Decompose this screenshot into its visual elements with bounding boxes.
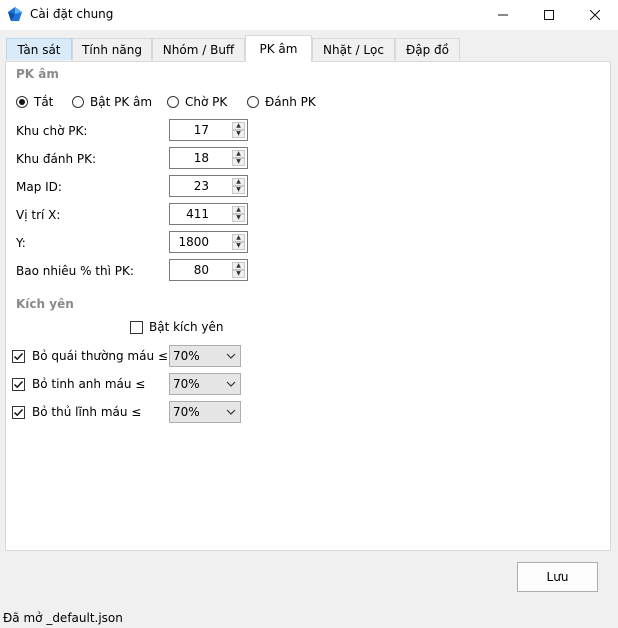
y-stepper[interactable]: 1800 ▲ ▼ — [169, 231, 248, 253]
rule-quai-thuong-checkbox[interactable] — [12, 350, 25, 363]
tab-nhom-buff[interactable]: Nhóm / Buff — [152, 38, 245, 60]
radio-danh-pk[interactable]: Đánh PK — [247, 94, 316, 110]
spin-up-icon[interactable]: ▲ — [232, 178, 245, 186]
bat-kich-yen-label: Bật kích yên — [149, 320, 224, 334]
rule-tinh-anh-select[interactable]: 70% — [169, 373, 241, 395]
status-bar: Đã mở _default.json — [0, 607, 618, 628]
field-label-khu-cho-pk: Khu chờ PK: — [16, 124, 88, 138]
rule-tinh-anh-checkbox[interactable] — [12, 378, 25, 391]
tab-pk-am[interactable]: PK âm — [245, 35, 312, 62]
spin-down-icon[interactable]: ▼ — [232, 242, 245, 250]
check-icon — [13, 380, 24, 389]
save-button[interactable]: Lưu — [517, 562, 598, 592]
rule-quai-thuong-label: Bỏ quái thường máu ≤ — [32, 349, 168, 363]
spin-down-icon[interactable]: ▼ — [232, 214, 245, 222]
khu-cho-pk-stepper[interactable]: 17 ▲ ▼ — [169, 119, 248, 141]
rule-thu-linh-label: Bỏ thủ lĩnh máu ≤ — [32, 405, 142, 419]
vi-tri-x-stepper[interactable]: 411 ▲ ▼ — [169, 203, 248, 225]
maximize-icon — [544, 10, 554, 20]
bat-kich-yen-checkbox[interactable] — [130, 321, 143, 334]
spin-up-icon[interactable]: ▲ — [232, 262, 245, 270]
spin-up-icon[interactable]: ▲ — [232, 206, 245, 214]
field-label-khu-danh-pk: Khu đánh PK: — [16, 152, 97, 166]
radio-bat-pk-am[interactable]: Bật PK âm — [72, 94, 152, 110]
spin-up-icon[interactable]: ▲ — [232, 150, 245, 158]
minimize-button[interactable] — [480, 0, 526, 30]
chevron-down-icon — [226, 409, 236, 415]
rule-quai-thuong-select[interactable]: 70% — [169, 345, 241, 367]
check-icon — [13, 352, 24, 361]
spin-down-icon[interactable]: ▼ — [232, 186, 245, 194]
status-text: Đã mở _default.json — [3, 611, 123, 625]
tab-tinh-nang[interactable]: Tính năng — [72, 38, 152, 60]
radio-tat[interactable]: Tắt — [16, 94, 53, 110]
app-logo-icon — [8, 7, 22, 21]
field-label-vi-tri-x: Vị trí X: — [16, 208, 61, 222]
close-icon — [590, 10, 600, 20]
spin-up-icon[interactable]: ▲ — [232, 234, 245, 242]
rule-thu-linh-select[interactable]: 70% — [169, 401, 241, 423]
tab-dap-do[interactable]: Đập đồ — [395, 38, 460, 60]
pk-group-title: PK âm — [16, 67, 59, 81]
field-label-y: Y: — [16, 236, 26, 250]
map-id-stepper[interactable]: 23 ▲ ▼ — [169, 175, 248, 197]
window-title: Cài đặt chung — [30, 7, 114, 21]
maximize-button[interactable] — [526, 0, 572, 30]
pk-percent-stepper[interactable]: 80 ▲ ▼ — [169, 259, 248, 281]
check-icon — [13, 408, 24, 417]
khu-danh-pk-stepper[interactable]: 18 ▲ ▼ — [169, 147, 248, 169]
radio-selected-dot — [19, 99, 25, 105]
tab-content-panel — [5, 61, 611, 551]
chevron-down-icon — [226, 353, 236, 359]
close-button[interactable] — [572, 0, 618, 30]
field-label-pk-percent: Bao nhiêu % thì PK: — [16, 264, 134, 278]
tab-nhat-loc[interactable]: Nhặt / Lọc — [312, 38, 395, 60]
spin-down-icon[interactable]: ▼ — [232, 158, 245, 166]
title-bar: Cài đặt chung — [0, 0, 618, 30]
spin-down-icon[interactable]: ▼ — [232, 130, 245, 138]
rule-thu-linh-checkbox[interactable] — [12, 406, 25, 419]
kich-yen-group-title: Kích yên — [16, 297, 74, 311]
field-label-map-id: Map ID: — [16, 180, 62, 194]
rule-tinh-anh-label: Bỏ tinh anh máu ≤ — [32, 377, 146, 391]
tab-tan-sat[interactable]: Tàn sát — [6, 38, 72, 60]
chevron-down-icon — [226, 381, 236, 387]
radio-cho-pk[interactable]: Chờ PK — [167, 94, 227, 110]
spin-up-icon[interactable]: ▲ — [232, 122, 245, 130]
spin-down-icon[interactable]: ▼ — [232, 270, 245, 278]
minimize-icon — [498, 14, 508, 16]
